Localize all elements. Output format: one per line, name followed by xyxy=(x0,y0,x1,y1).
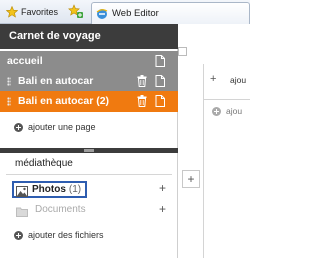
page-properties-icon[interactable] xyxy=(155,55,165,67)
favorites-star-icon xyxy=(6,5,18,18)
notebook-title: Carnet de voyage xyxy=(9,30,101,42)
grip-icon xyxy=(84,149,94,152)
page-item-label: accueil xyxy=(7,55,43,67)
tab-title: Web Editor xyxy=(112,8,159,19)
page-item-label: Bali en autocar xyxy=(18,75,94,87)
delete-page-icon[interactable] xyxy=(137,75,147,87)
add-block-label-2: ajou xyxy=(226,106,243,116)
add-page-button[interactable]: ajouter une page xyxy=(14,122,96,132)
add-block-icon[interactable]: + xyxy=(210,73,216,85)
sidebar-header: Carnet de voyage xyxy=(0,24,178,49)
page-item-bali-en-autocar[interactable]: Bali en autocar xyxy=(0,71,178,92)
page-item-bali-en-autocar-2[interactable]: Bali en autocar (2) xyxy=(0,91,178,112)
photos-label: Photos xyxy=(32,184,66,195)
photos-count: (1) xyxy=(68,184,82,195)
add-photo-button[interactable]: + xyxy=(159,181,166,195)
page-item-accueil[interactable]: accueil xyxy=(0,51,178,72)
favorites-label: Favorites xyxy=(21,6,59,17)
add-block-label[interactable]: ajou xyxy=(230,75,246,85)
browser-page-icon xyxy=(96,8,108,20)
folder-icon xyxy=(16,204,28,217)
documents-label: Documents xyxy=(35,204,86,215)
browser-toolbar: Favorites Web Editor xyxy=(0,0,250,24)
add-page-label: ajouter une page xyxy=(28,122,96,132)
media-folder-photos[interactable]: Photos (1) xyxy=(12,181,87,198)
tab-web-editor[interactable]: Web Editor xyxy=(91,2,250,24)
add-circle-icon xyxy=(14,230,23,240)
collapse-toggle[interactable] xyxy=(178,47,187,56)
image-icon xyxy=(16,184,28,197)
add-files-label: ajouter des fichiers xyxy=(28,230,104,240)
page-item-label: Bali en autocar (2) xyxy=(18,95,110,107)
panel-splitter[interactable] xyxy=(0,148,178,153)
add-block-button[interactable]: ajou xyxy=(212,106,242,116)
divider xyxy=(6,174,172,175)
drag-handle-icon[interactable] xyxy=(7,77,11,86)
add-files-button[interactable]: ajouter des fichiers xyxy=(14,230,104,240)
page-properties-icon[interactable] xyxy=(155,95,165,107)
drag-handle-icon[interactable] xyxy=(7,97,11,106)
notebook-sidebar: Carnet de voyage accueil Bali en autocar… xyxy=(0,24,178,258)
add-document-button[interactable]: + xyxy=(159,202,166,216)
add-circle-icon xyxy=(14,122,23,132)
add-circle-icon xyxy=(212,106,221,116)
add-to-favorites-icon[interactable] xyxy=(67,4,83,18)
page-properties-icon[interactable] xyxy=(155,75,165,87)
favorites-button[interactable]: Favorites xyxy=(2,3,62,20)
delete-page-icon[interactable] xyxy=(137,95,147,107)
expand-panel-button[interactable]: + xyxy=(182,170,200,188)
media-library-title: médiathèque xyxy=(15,158,73,169)
media-folder-documents[interactable]: Documents xyxy=(16,204,86,217)
